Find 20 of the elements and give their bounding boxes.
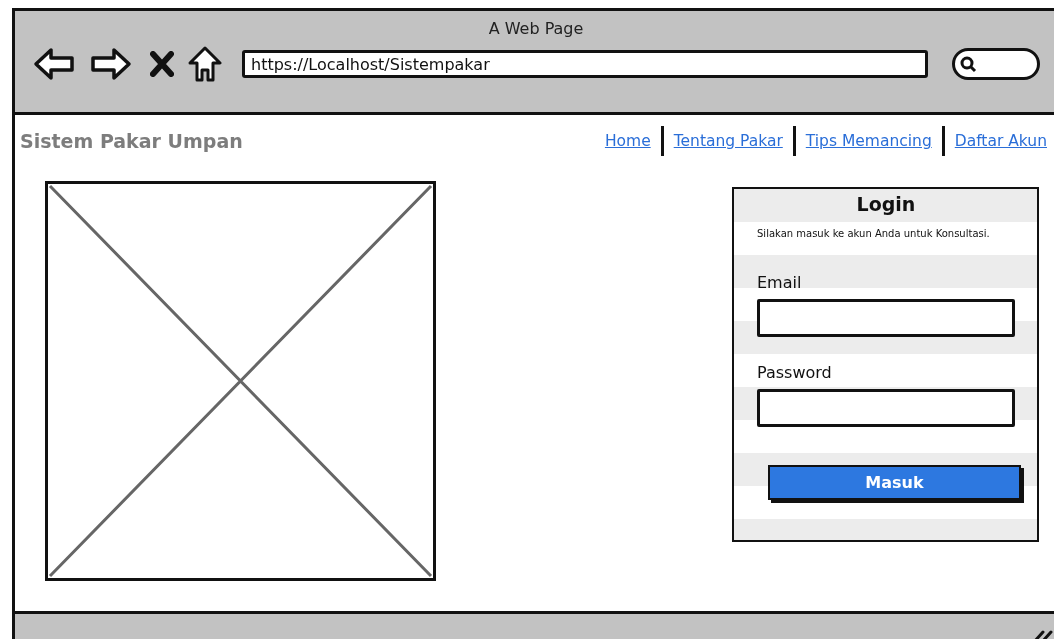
close-icon[interactable] [150,51,174,77]
nav-link[interactable]: Tentang Pakar [673,132,783,150]
password-field[interactable] [757,389,1015,427]
nav-link[interactable]: Daftar Akun [954,132,1047,150]
home-icon[interactable] [188,46,222,82]
nav-link[interactable]: Home [604,132,651,150]
address-field[interactable]: https://Localhost/Sistempakar [242,50,928,78]
window-title: A Web Page [487,18,585,38]
back-icon[interactable] [33,47,75,81]
login-button[interactable]: Masuk [768,465,1021,500]
site-brand: Sistem Pakar Umpan [20,130,243,152]
field-label: Email [757,273,803,292]
field-label: Password [757,363,833,382]
email-field[interactable] [757,299,1015,337]
search-icon [959,55,977,73]
login-title: Login [855,193,917,215]
nav-link[interactable]: Tips Memancing [805,132,932,150]
forward-icon[interactable] [90,47,132,81]
login-instructions: Silakan masuk ke akun Anda untuk Konsultasi. [757,228,991,239]
search-field[interactable] [952,48,1040,80]
